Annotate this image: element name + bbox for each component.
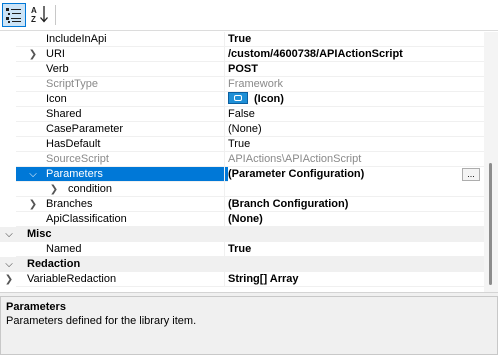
category-misc[interactable]: ⌵ Misc bbox=[0, 227, 484, 242]
property-value[interactable]: (Parameter Configuration)... bbox=[228, 167, 484, 182]
property-row-sourcescript[interactable]: SourceScript APIActions\APIActionScript bbox=[0, 152, 484, 167]
property-name: HasDefault bbox=[46, 138, 101, 150]
property-value[interactable]: (None) bbox=[228, 212, 484, 227]
property-row-uri[interactable]: ❯ URI /custom/4600738/APIActionScript bbox=[0, 47, 484, 62]
property-name: Shared bbox=[46, 108, 82, 120]
svg-text:A: A bbox=[31, 6, 37, 15]
property-name: Parameters bbox=[46, 168, 103, 180]
category-redaction[interactable]: ⌵ Redaction bbox=[0, 257, 484, 272]
property-value[interactable]: (Branch Configuration) bbox=[228, 197, 484, 212]
property-name: URI bbox=[46, 48, 65, 60]
property-value[interactable] bbox=[228, 182, 484, 197]
help-title: Parameters bbox=[6, 301, 66, 313]
property-value[interactable]: False bbox=[228, 107, 484, 122]
icon-preview-icon bbox=[228, 92, 248, 105]
property-value[interactable]: /custom/4600738/APIActionScript bbox=[228, 47, 484, 62]
property-value[interactable]: String[] Array bbox=[228, 272, 484, 287]
property-row-includeinapi[interactable]: IncludeInApi True bbox=[0, 32, 484, 47]
property-value: (Icon) bbox=[254, 93, 284, 105]
category-label: Misc bbox=[27, 228, 52, 240]
scrollbar-thumb[interactable] bbox=[489, 163, 492, 285]
property-name: Verb bbox=[46, 63, 69, 75]
property-name: IncludeInApi bbox=[46, 33, 107, 45]
property-row-hasdefault[interactable]: HasDefault True bbox=[0, 137, 484, 152]
property-value[interactable]: (None) bbox=[228, 122, 484, 137]
property-value[interactable]: True bbox=[228, 242, 484, 257]
property-value[interactable]: POST bbox=[228, 62, 484, 77]
property-row-branches[interactable]: ❯ Branches (Branch Configuration) bbox=[0, 197, 484, 212]
property-row-icon[interactable]: Icon (Icon) bbox=[0, 92, 484, 107]
property-value: APIActions\APIActionScript bbox=[228, 153, 362, 165]
alphabetical-sort-button[interactable]: A Z bbox=[29, 3, 53, 27]
property-row-variableredaction[interactable]: ❯ VariableRedaction String[] Array bbox=[0, 272, 484, 287]
property-name: CaseParameter bbox=[46, 123, 124, 135]
property-row-caseparameter[interactable]: CaseParameter (None) bbox=[0, 122, 484, 137]
property-row-shared[interactable]: Shared False bbox=[0, 107, 484, 122]
property-row-verb[interactable]: Verb POST bbox=[0, 62, 484, 77]
category-label: Redaction bbox=[27, 258, 81, 270]
property-row-named[interactable]: Named True bbox=[0, 242, 484, 257]
chevron-right-icon[interactable]: ❯ bbox=[27, 47, 39, 62]
categorized-view-button[interactable] bbox=[2, 3, 26, 27]
property-value: Framework bbox=[228, 78, 284, 90]
toolbar-separator bbox=[55, 5, 56, 25]
property-name: Named bbox=[46, 243, 82, 255]
svg-text:Z: Z bbox=[31, 15, 36, 24]
chevron-right-icon[interactable]: ❯ bbox=[48, 182, 60, 197]
property-name: condition bbox=[68, 183, 113, 195]
property-name: VariableRedaction bbox=[27, 273, 117, 285]
chevron-right-icon[interactable]: ❯ bbox=[3, 272, 15, 287]
property-row-condition[interactable]: ❯ condition bbox=[0, 182, 484, 197]
property-name: Branches bbox=[46, 198, 93, 210]
chevron-right-icon[interactable]: ❯ bbox=[27, 197, 39, 212]
property-name: SourceScript bbox=[46, 153, 109, 165]
property-value[interactable]: True bbox=[228, 137, 484, 152]
property-name: ScriptType bbox=[46, 78, 98, 90]
categorized-view-icon bbox=[6, 8, 21, 23]
property-grid-toolbar: A Z bbox=[0, 0, 498, 31]
help-description: Parameters defined for the library item. bbox=[6, 315, 197, 327]
chevron-down-icon[interactable]: ⌵ bbox=[3, 227, 15, 242]
property-row-scripttype[interactable]: ScriptType Framework bbox=[0, 77, 484, 92]
ellipsis-button[interactable]: ... bbox=[462, 168, 480, 181]
property-name: Icon bbox=[46, 93, 67, 105]
property-value[interactable]: True bbox=[228, 32, 484, 47]
property-row-apiclassification[interactable]: ApiClassification (None) bbox=[0, 212, 484, 227]
property-name: ApiClassification bbox=[46, 213, 127, 225]
property-row-parameters[interactable]: ⌵ Parameters (Parameter Configuration)..… bbox=[0, 167, 484, 182]
property-grid: IncludeInApi True ❯ URI /custom/4600738/… bbox=[0, 32, 484, 292]
vertical-scrollbar[interactable] bbox=[484, 32, 498, 292]
chevron-down-icon[interactable]: ⌵ bbox=[27, 167, 39, 182]
chevron-down-icon[interactable]: ⌵ bbox=[3, 257, 15, 272]
property-value-icon[interactable]: (Icon) bbox=[228, 92, 484, 107]
sort-az-icon: A Z bbox=[31, 6, 48, 24]
help-pane: Parameters Parameters defined for the li… bbox=[0, 296, 498, 355]
